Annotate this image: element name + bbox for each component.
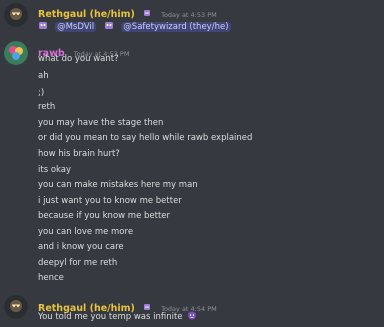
message-line: reth: [38, 102, 56, 112]
robot-emoji-icon: [104, 15, 114, 29]
message-line: ah: [38, 71, 49, 81]
message-line: you can make mistakes here my man: [38, 180, 198, 190]
message-line: hence: [38, 273, 64, 283]
message-group: Rethgaul (he/him) Today at 4:54 PM You t…: [0, 292, 384, 327]
message-line: because if you know me better: [38, 211, 171, 221]
user-mention[interactable]: @MsDVil: [55, 22, 97, 32]
message-line: You told me you temp was infinite: [38, 310, 197, 322]
message-line: you can love me more: [38, 227, 134, 237]
mention-list: @MsDVil @Safetywizard (they/he): [38, 14, 234, 33]
robot-badge-icon: [142, 3, 152, 16]
message-line: what do you want?: [38, 54, 119, 64]
message-line: you may have the stage then: [38, 118, 164, 128]
message-line: i just want you to know me better: [38, 196, 182, 206]
avatar[interactable]: [4, 295, 28, 319]
avatar[interactable]: [4, 41, 28, 65]
robot-badge-icon: [142, 297, 152, 310]
message-line: deepyl for me reth: [38, 258, 118, 268]
avatar[interactable]: [4, 3, 28, 27]
message-line: or did you mean to say hello while rawb …: [38, 133, 253, 143]
message-text: You told me you temp was infinite: [38, 312, 183, 322]
devil-emoji-icon: [187, 310, 197, 320]
message-line: and i know you care: [38, 242, 124, 252]
message-line: how his brain hurt?: [38, 149, 120, 159]
user-mention[interactable]: @Safetywizard (they/he): [121, 22, 231, 32]
message-group: Rethgaul (he/him) Today at 4:53 PM @MsDV…: [0, 0, 384, 34]
robot-emoji-icon: [38, 15, 48, 29]
message-line: ;): [38, 88, 45, 98]
message-line: its okay: [38, 165, 72, 175]
